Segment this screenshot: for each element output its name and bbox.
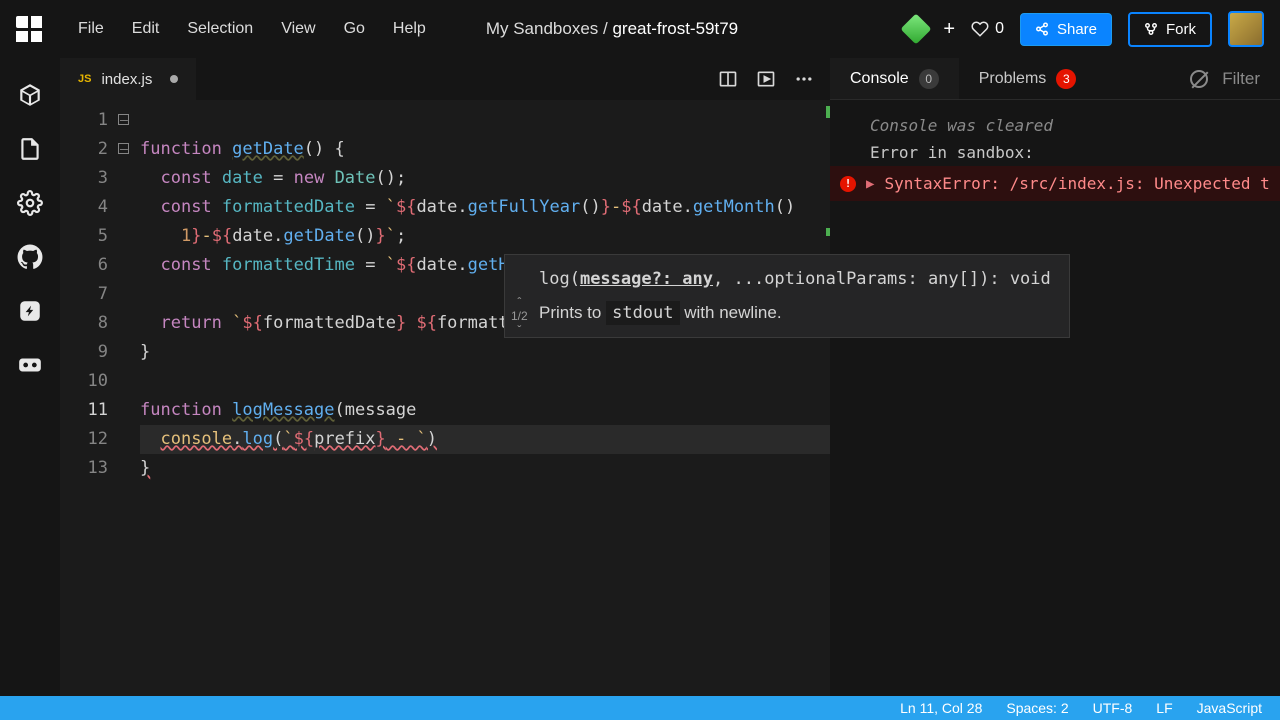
menu-view[interactable]: View [281, 20, 315, 38]
menu-help[interactable]: Help [393, 20, 426, 38]
menu-selection[interactable]: Selection [187, 20, 253, 38]
expand-icon[interactable]: ▶ [866, 176, 874, 192]
editor-tabs: JS index.js [60, 58, 830, 100]
deploy-icon[interactable] [901, 13, 932, 44]
status-language[interactable]: JavaScript [1197, 700, 1262, 716]
code-content: function getDate() { const date = new Da… [140, 106, 830, 696]
split-editor-icon[interactable] [718, 69, 738, 89]
github-icon[interactable] [17, 244, 43, 270]
problems-count-badge: 3 [1056, 69, 1076, 89]
cube-icon[interactable] [17, 82, 43, 108]
code-editor[interactable]: 12345678910111213 function getDate() { c… [60, 100, 830, 696]
status-eol[interactable]: LF [1156, 700, 1172, 716]
menu-bar: File Edit Selection View Go Help [78, 20, 426, 38]
activity-bar [0, 58, 60, 696]
console-line: Error in sandbox: [830, 139, 1280, 166]
live-icon[interactable] [17, 352, 43, 378]
like-count: 0 [995, 20, 1004, 38]
line-gutter: 12345678910111213 [60, 106, 118, 696]
console-count-badge: 0 [919, 69, 939, 89]
menu-file[interactable]: File [78, 20, 104, 38]
js-icon: JS [78, 73, 91, 85]
rocket-icon[interactable] [17, 298, 43, 324]
console-error-row[interactable]: ! ▶ SyntaxError: /src/index.js: Unexpect… [830, 166, 1280, 201]
heart-icon [971, 20, 989, 38]
editor-pane: JS index.js 12345678910111213 function g… [60, 58, 830, 696]
breadcrumb-root: My Sandboxes [486, 19, 598, 38]
devtools-pane: Console 0 Problems 3 Filter Console was … [830, 58, 1280, 696]
clear-filter-icon[interactable] [1190, 70, 1208, 88]
status-encoding[interactable]: UTF-8 [1093, 700, 1133, 716]
add-icon[interactable]: + [943, 18, 955, 41]
dirty-indicator-icon [170, 75, 178, 83]
topbar: File Edit Selection View Go Help My Sand… [0, 0, 1280, 58]
more-icon[interactable] [794, 69, 814, 89]
fork-button[interactable]: Fork [1128, 12, 1212, 47]
signature-help-popup: ˆ 1/2 ˇ log(message?: any, ...optionalPa… [504, 254, 1070, 338]
gear-icon[interactable] [17, 190, 43, 216]
breadcrumb[interactable]: My Sandboxes / great-frost-59t79 [486, 19, 738, 39]
signature-nav[interactable]: ˆ 1/2 ˇ [511, 295, 528, 337]
share-button[interactable]: Share [1020, 13, 1112, 46]
breadcrumb-project: great-frost-59t79 [612, 19, 738, 38]
app-logo[interactable] [16, 16, 42, 42]
console-line: Console was cleared [830, 112, 1280, 139]
avatar[interactable] [1228, 11, 1264, 47]
console-output[interactable]: Console was cleared Error in sandbox: ! … [830, 100, 1280, 696]
tab-problems[interactable]: Problems 3 [959, 58, 1097, 99]
fork-icon [1144, 22, 1158, 36]
filter-input[interactable]: Filter [1222, 69, 1260, 89]
fold-column [118, 106, 140, 696]
tab-console[interactable]: Console 0 [830, 58, 959, 99]
tab-filename: index.js [101, 71, 152, 88]
like-button[interactable]: 0 [971, 20, 1004, 38]
tab-indexjs[interactable]: JS index.js [60, 58, 196, 100]
menu-edit[interactable]: Edit [132, 20, 160, 38]
status-cursor-pos[interactable]: Ln 11, Col 28 [900, 700, 982, 716]
status-indent[interactable]: Spaces: 2 [1006, 700, 1068, 716]
error-icon: ! [840, 176, 856, 192]
menu-go[interactable]: Go [344, 20, 365, 38]
status-bar: Ln 11, Col 28 Spaces: 2 UTF-8 LF JavaScr… [0, 696, 1280, 720]
file-icon[interactable] [17, 136, 43, 162]
share-icon [1035, 22, 1049, 36]
preview-icon[interactable] [756, 69, 776, 89]
devtools-tabs: Console 0 Problems 3 Filter [830, 58, 1280, 100]
